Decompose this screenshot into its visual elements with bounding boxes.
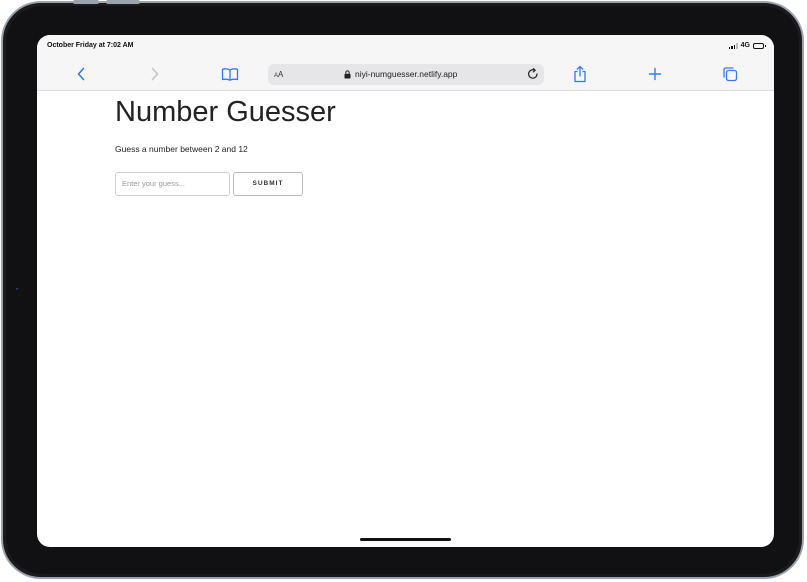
guess-form: SUBMIT xyxy=(115,171,336,196)
volume-button xyxy=(73,0,99,4)
guess-input[interactable] xyxy=(115,171,230,196)
screen: October Friday at 7:02 AM 4G AA niyi-num… xyxy=(37,35,774,547)
new-tab-icon[interactable] xyxy=(646,65,664,83)
url-field[interactable]: niyi-numguesser.netlify.app xyxy=(344,69,457,79)
browser-toolbar: AA niyi-numguesser.netlify.app xyxy=(37,57,774,91)
network-label: 4G xyxy=(740,42,750,49)
camera-icon: " xyxy=(16,288,19,295)
address-bar[interactable]: AA niyi-numguesser.netlify.app xyxy=(268,64,544,85)
share-icon[interactable] xyxy=(571,65,589,83)
signal-icon xyxy=(729,42,738,49)
home-indicator xyxy=(360,538,451,541)
page-instructions: Guess a number between 2 and 12 xyxy=(115,143,248,154)
submit-button[interactable]: SUBMIT xyxy=(233,171,303,196)
back-icon[interactable] xyxy=(72,65,90,83)
page-title: Number Guesser xyxy=(115,96,336,128)
lock-icon xyxy=(344,69,351,78)
status-bar: October Friday at 7:02 AM 4G xyxy=(37,35,774,57)
status-indicators: 4G xyxy=(729,42,766,49)
power-button xyxy=(106,0,140,4)
battery-icon xyxy=(753,42,766,49)
forward-icon[interactable] xyxy=(146,65,164,83)
bookmarks-icon[interactable] xyxy=(221,65,239,83)
reload-icon[interactable] xyxy=(526,67,540,81)
tabs-icon[interactable] xyxy=(721,65,739,83)
page-content: Number Guesser Guess a number between 2 … xyxy=(115,95,336,196)
status-time: October Friday at 7:02 AM xyxy=(47,42,134,49)
url-text: niyi-numguesser.netlify.app xyxy=(355,69,458,79)
reader-options-button[interactable]: AA xyxy=(274,70,283,79)
